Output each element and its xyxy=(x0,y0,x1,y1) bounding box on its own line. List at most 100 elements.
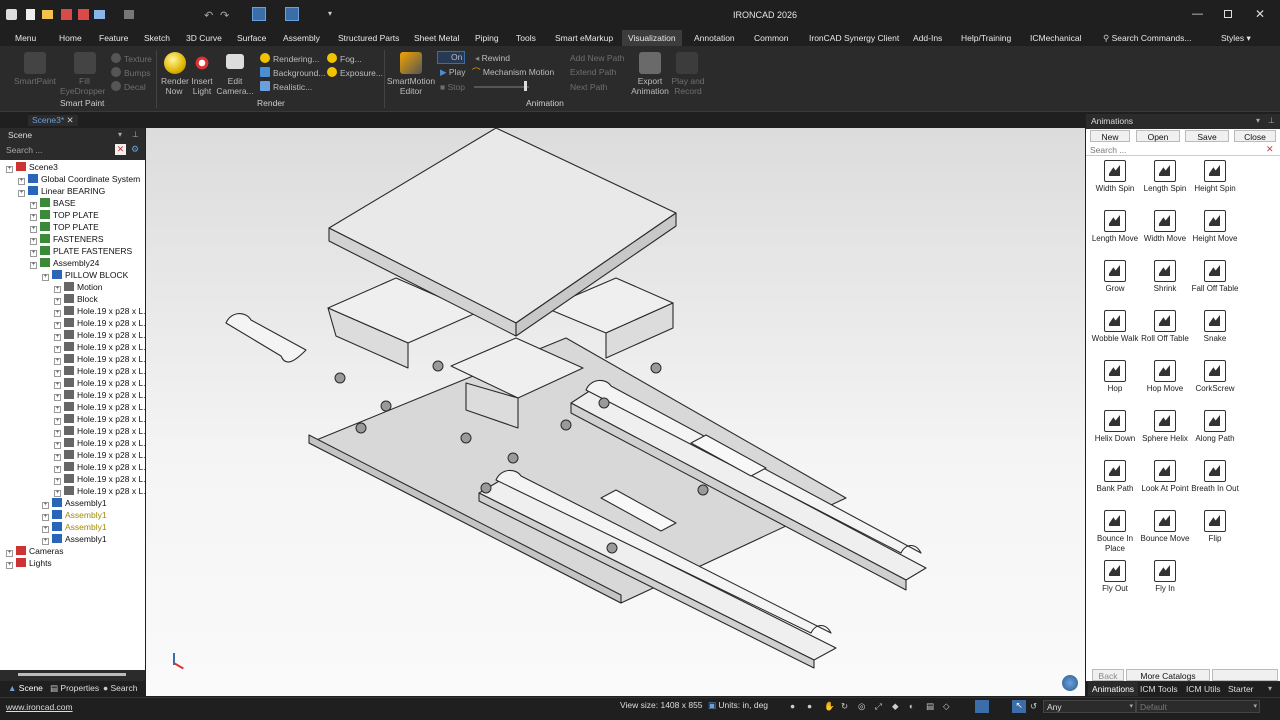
tree-node[interactable]: + Motion xyxy=(54,281,103,293)
scene-search-input[interactable]: Search ... xyxy=(2,144,127,157)
expand-icon[interactable]: + xyxy=(54,370,61,377)
tree-node[interactable]: + Assembly24 xyxy=(30,257,99,269)
fill-button[interactable]: Fill xyxy=(79,76,90,86)
render-now-button[interactable]: Render Now xyxy=(161,76,189,96)
tab-3d-curve[interactable]: 3D Curve xyxy=(186,30,222,46)
fog-button[interactable]: Fog... xyxy=(327,53,362,64)
exposure-button[interactable]: Exposure... xyxy=(327,67,383,78)
minimize-icon[interactable]: — xyxy=(1192,8,1203,20)
redo-icon[interactable]: ↷ xyxy=(220,9,229,22)
print-icon[interactable] xyxy=(124,10,134,19)
expand-icon[interactable]: + xyxy=(6,562,13,569)
expand-icon[interactable]: + xyxy=(42,274,49,281)
expand-icon[interactable]: + xyxy=(54,466,61,473)
linear-bearing-model[interactable] xyxy=(146,128,1085,696)
new-catalog-button[interactable]: New xyxy=(1090,130,1130,142)
tab-ironcad-synergy-client[interactable]: IronCAD Synergy Client xyxy=(809,30,899,46)
expand-icon[interactable]: + xyxy=(18,178,25,185)
fit-icon[interactable]: ⤢ xyxy=(875,701,882,712)
smartmotion-editor-button[interactable]: SmartMotion Editor xyxy=(386,76,436,96)
animation-item[interactable]: Length Move xyxy=(1088,210,1142,244)
panel-menu-icon[interactable]: ▾ xyxy=(118,130,122,139)
close-window-icon[interactable]: ✕ xyxy=(1255,7,1265,21)
tree-node[interactable]: + Hole.19 x p28 x L.25 xyxy=(54,353,145,365)
tab-menu[interactable]: Menu xyxy=(15,30,36,46)
clear-search-icon[interactable]: ✕ xyxy=(1266,144,1274,155)
fill-icon[interactable] xyxy=(74,52,96,74)
tab-visualization[interactable]: Visualization xyxy=(622,30,682,46)
expand-icon[interactable]: + xyxy=(54,394,61,401)
undo-icon[interactable]: ↶ xyxy=(204,9,213,22)
tree-node[interactable]: + Assembly1 xyxy=(42,533,107,545)
eyedropper-button[interactable]: EyeDropper xyxy=(60,86,105,96)
tree-node[interactable]: + PILLOW BLOCK xyxy=(42,269,128,281)
zoom-window-icon[interactable]: ● xyxy=(807,701,812,711)
blank-catalog-button[interactable] xyxy=(1212,669,1278,681)
tab-home[interactable]: Home xyxy=(59,30,82,46)
tree-node[interactable]: + Cameras xyxy=(6,545,63,557)
tab-icm-tools[interactable]: ICM Tools xyxy=(1140,684,1178,694)
tree-node[interactable]: + Hole.19 x p28 x L.25 xyxy=(54,329,145,341)
expand-icon[interactable]: + xyxy=(42,526,49,533)
tab-search[interactable]: ● Search xyxy=(103,683,137,693)
expand-icon[interactable]: + xyxy=(54,418,61,425)
rewind-button[interactable]: ◂ Rewind xyxy=(475,53,510,63)
animation-item[interactable]: Along Path xyxy=(1188,410,1242,444)
styles-dropdown[interactable]: Styles ▾ xyxy=(1221,30,1251,46)
tree-node[interactable]: + PLATE FASTENERS xyxy=(30,245,132,257)
expand-icon[interactable]: + xyxy=(54,490,61,497)
save-icon[interactable] xyxy=(61,9,72,20)
expand-icon[interactable]: + xyxy=(30,250,37,257)
tab-surface[interactable]: Surface xyxy=(237,30,266,46)
open-catalog-button[interactable]: Open xyxy=(1136,130,1180,142)
view-cube-icon[interactable] xyxy=(1062,675,1078,691)
animation-item[interactable]: Shrink xyxy=(1138,260,1192,294)
tab-add-ins[interactable]: Add-Ins xyxy=(913,30,942,46)
animation-item[interactable]: Helix Down xyxy=(1088,410,1142,444)
tab-icmechanical[interactable]: ICMechanical xyxy=(1030,30,1082,46)
animation-item[interactable]: Hop Move xyxy=(1138,360,1192,394)
tab-common[interactable]: Common xyxy=(754,30,788,46)
clear-search-icon[interactable]: ✕ xyxy=(115,144,126,155)
tab-animations[interactable]: Animations xyxy=(1088,682,1139,696)
close-tab-icon[interactable]: ✕ xyxy=(67,115,74,125)
expand-icon[interactable]: + xyxy=(54,382,61,389)
animation-item[interactable]: CorkScrew xyxy=(1188,360,1242,394)
document-tab[interactable]: Scene3* ✕ xyxy=(28,115,78,126)
tree-node[interactable]: + Block xyxy=(54,293,98,305)
expand-icon[interactable]: + xyxy=(6,550,13,557)
expand-icon[interactable]: + xyxy=(30,202,37,209)
customize-icon[interactable]: ▾ xyxy=(328,9,332,18)
play-record-button[interactable]: Play and Record xyxy=(670,76,706,96)
orbit-icon[interactable]: ↻ xyxy=(841,701,848,712)
next-path-button[interactable]: Next Path xyxy=(570,82,607,92)
tabs-menu-icon[interactable]: ▾ xyxy=(1268,684,1272,693)
tab-sheet-metal[interactable]: Sheet Metal xyxy=(414,30,459,46)
tree-node[interactable]: + Hole.19 x p28 x L.25 xyxy=(54,449,145,461)
selection-icon[interactable] xyxy=(252,7,266,21)
selection-filter-dropdown[interactable]: Any ▾ xyxy=(1043,700,1136,713)
tree-node[interactable]: + Hole.19 x p28 x L.25 xyxy=(54,437,145,449)
expand-icon[interactable]: + xyxy=(54,310,61,317)
tree-node[interactable]: + Assembly1 xyxy=(42,509,107,521)
animation-item[interactable]: Hop xyxy=(1088,360,1142,394)
3d-viewport[interactable] xyxy=(146,128,1085,696)
back-button[interactable]: Back xyxy=(1092,669,1124,681)
pin-icon[interactable]: ⊥ xyxy=(132,130,139,139)
smartpaint-button[interactable]: SmartPaint xyxy=(14,76,56,86)
animation-item[interactable]: Length Spin xyxy=(1138,160,1192,194)
animation-item[interactable]: Snake xyxy=(1188,310,1242,344)
rendering-button[interactable]: Rendering... xyxy=(260,53,319,64)
animation-item[interactable]: Bank Path xyxy=(1088,460,1142,494)
expand-icon[interactable]: + xyxy=(30,214,37,221)
expand-icon[interactable]: + xyxy=(54,334,61,341)
tab-starter[interactable]: Starter xyxy=(1228,684,1254,694)
website-link[interactable]: www.ironcad.com xyxy=(6,702,73,712)
save-catalog-button[interactable]: Save xyxy=(1185,130,1229,142)
tree-node[interactable]: + Hole.19 x p28 x L.25 xyxy=(54,485,145,497)
tab-piping[interactable]: Piping xyxy=(475,30,499,46)
expand-icon[interactable]: + xyxy=(54,346,61,353)
close-catalog-button[interactable]: Close xyxy=(1234,130,1276,142)
tree-node[interactable]: + Hole.19 x p28 x L.25 xyxy=(54,377,145,389)
save-as-icon[interactable] xyxy=(78,9,89,20)
